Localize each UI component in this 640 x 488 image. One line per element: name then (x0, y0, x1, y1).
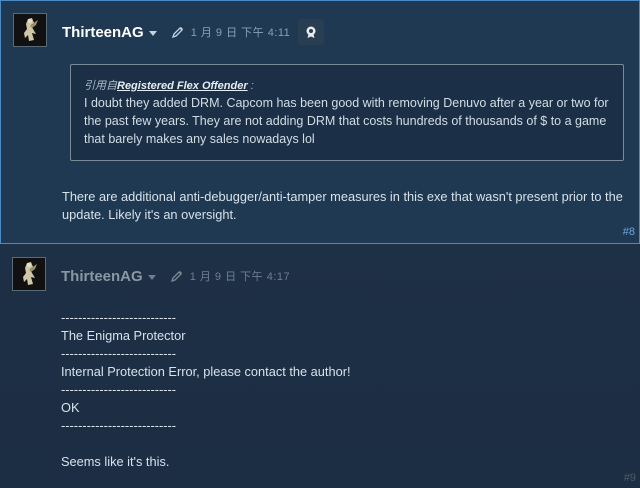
post-timestamp: 1 月 9 日 下午 4:17 (189, 271, 291, 283)
pen-icon (170, 269, 184, 283)
avatar-image (14, 14, 46, 46)
quote-author-link[interactable]: Registered Flex Offender (117, 80, 248, 92)
author-name[interactable]: ThirteenAG (61, 268, 143, 285)
quote-text: I doubt they added DRM. Capcom has been … (84, 96, 609, 146)
forum-post: ThirteenAG 1 月 9 日 下午 4:11 引用自Registered… (0, 0, 640, 244)
quote-suffix: : (250, 80, 254, 92)
post-number-link[interactable]: #9 (624, 472, 636, 484)
quote-prefix: 引用自 (84, 80, 117, 92)
post-author-line: ThirteenAG 1 月 9 日 下午 4:17 (61, 266, 290, 286)
quote-block: 引用自Registered Flex Offender : I doubt th… (70, 64, 624, 161)
chevron-down-icon[interactable] (148, 30, 157, 36)
author-name[interactable]: ThirteenAG (62, 24, 144, 41)
post-body: --------------------------- The Enigma P… (61, 310, 351, 469)
post-author-line: ThirteenAG 1 月 9 日 下午 4:11 (62, 19, 325, 45)
avatar[interactable] (13, 13, 47, 47)
post-body: There are additional anti-debugger/anti-… (62, 189, 623, 222)
avatar-image (13, 258, 45, 290)
forum-post: ThirteenAG 1 月 9 日 下午 4:17 -------------… (0, 245, 640, 488)
avatar[interactable] (12, 257, 46, 291)
chevron-down-icon[interactable] (147, 274, 156, 280)
award-icon (306, 26, 316, 38)
pen-icon (171, 25, 185, 39)
award-button[interactable] (298, 19, 325, 45)
post-number-link[interactable]: #8 (623, 226, 635, 238)
quote-header: 引用自Registered Flex Offender : (84, 79, 611, 93)
post-timestamp: 1 月 9 日 下午 4:11 (190, 27, 291, 39)
